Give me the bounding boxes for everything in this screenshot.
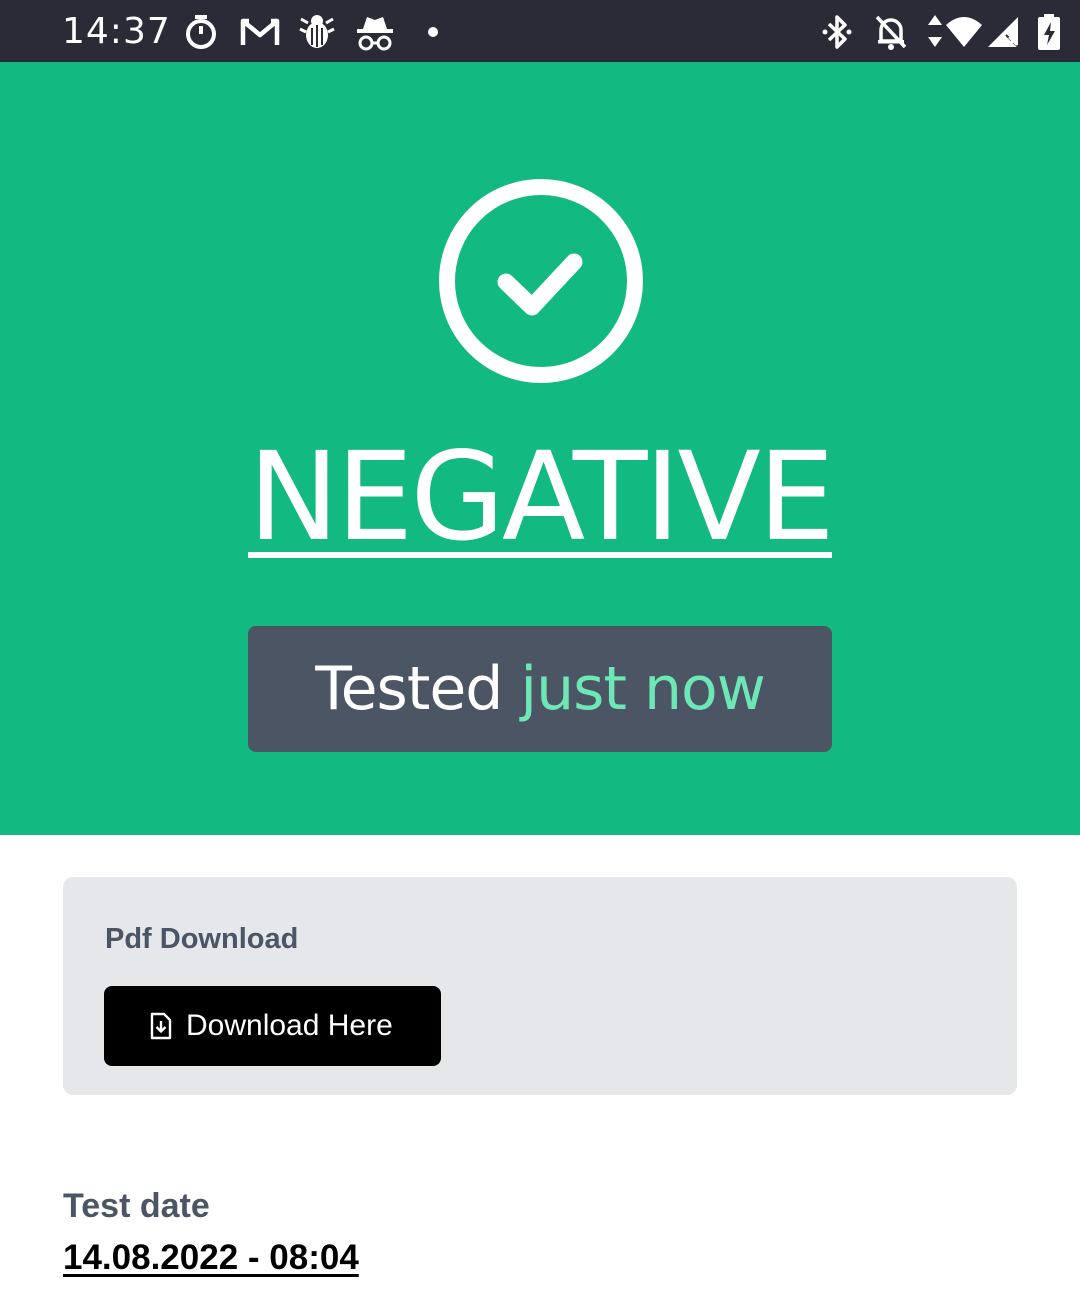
bug-icon xyxy=(298,13,336,51)
pdf-download-label: Pdf Download xyxy=(105,923,299,955)
wifi-icon xyxy=(944,13,984,51)
battery-charging-icon xyxy=(1036,13,1062,51)
file-download-icon xyxy=(149,1012,173,1040)
tested-status-box: Tested just now xyxy=(248,626,832,752)
tested-prefix: Tested xyxy=(315,654,503,724)
notifications-off-icon xyxy=(872,13,910,51)
result-title: NEGATIVE xyxy=(248,426,835,568)
result-title-underline xyxy=(248,552,832,558)
bluetooth-icon xyxy=(820,13,854,51)
download-button-label: Download Here xyxy=(186,1009,393,1042)
incognito-icon xyxy=(355,13,395,51)
gmail-icon xyxy=(240,13,280,51)
download-button[interactable]: Download Here xyxy=(104,986,441,1066)
status-bar: 14:37 xyxy=(0,0,1080,62)
timer-icon xyxy=(182,13,220,51)
check-circle-icon xyxy=(436,176,646,386)
result-banner: NEGATIVE Tested just now xyxy=(0,62,1080,835)
tested-time: just now xyxy=(520,654,765,724)
data-arrows-icon xyxy=(925,13,945,51)
test-date-value: 14.08.2022 - 08:04 xyxy=(63,1238,359,1277)
notification-dot-icon xyxy=(422,13,444,51)
cell-signal-icon xyxy=(986,13,1022,51)
test-date-label: Test date xyxy=(63,1187,210,1225)
pdf-download-card: Pdf Download Download Here xyxy=(63,877,1017,1095)
status-time: 14:37 xyxy=(62,11,171,52)
